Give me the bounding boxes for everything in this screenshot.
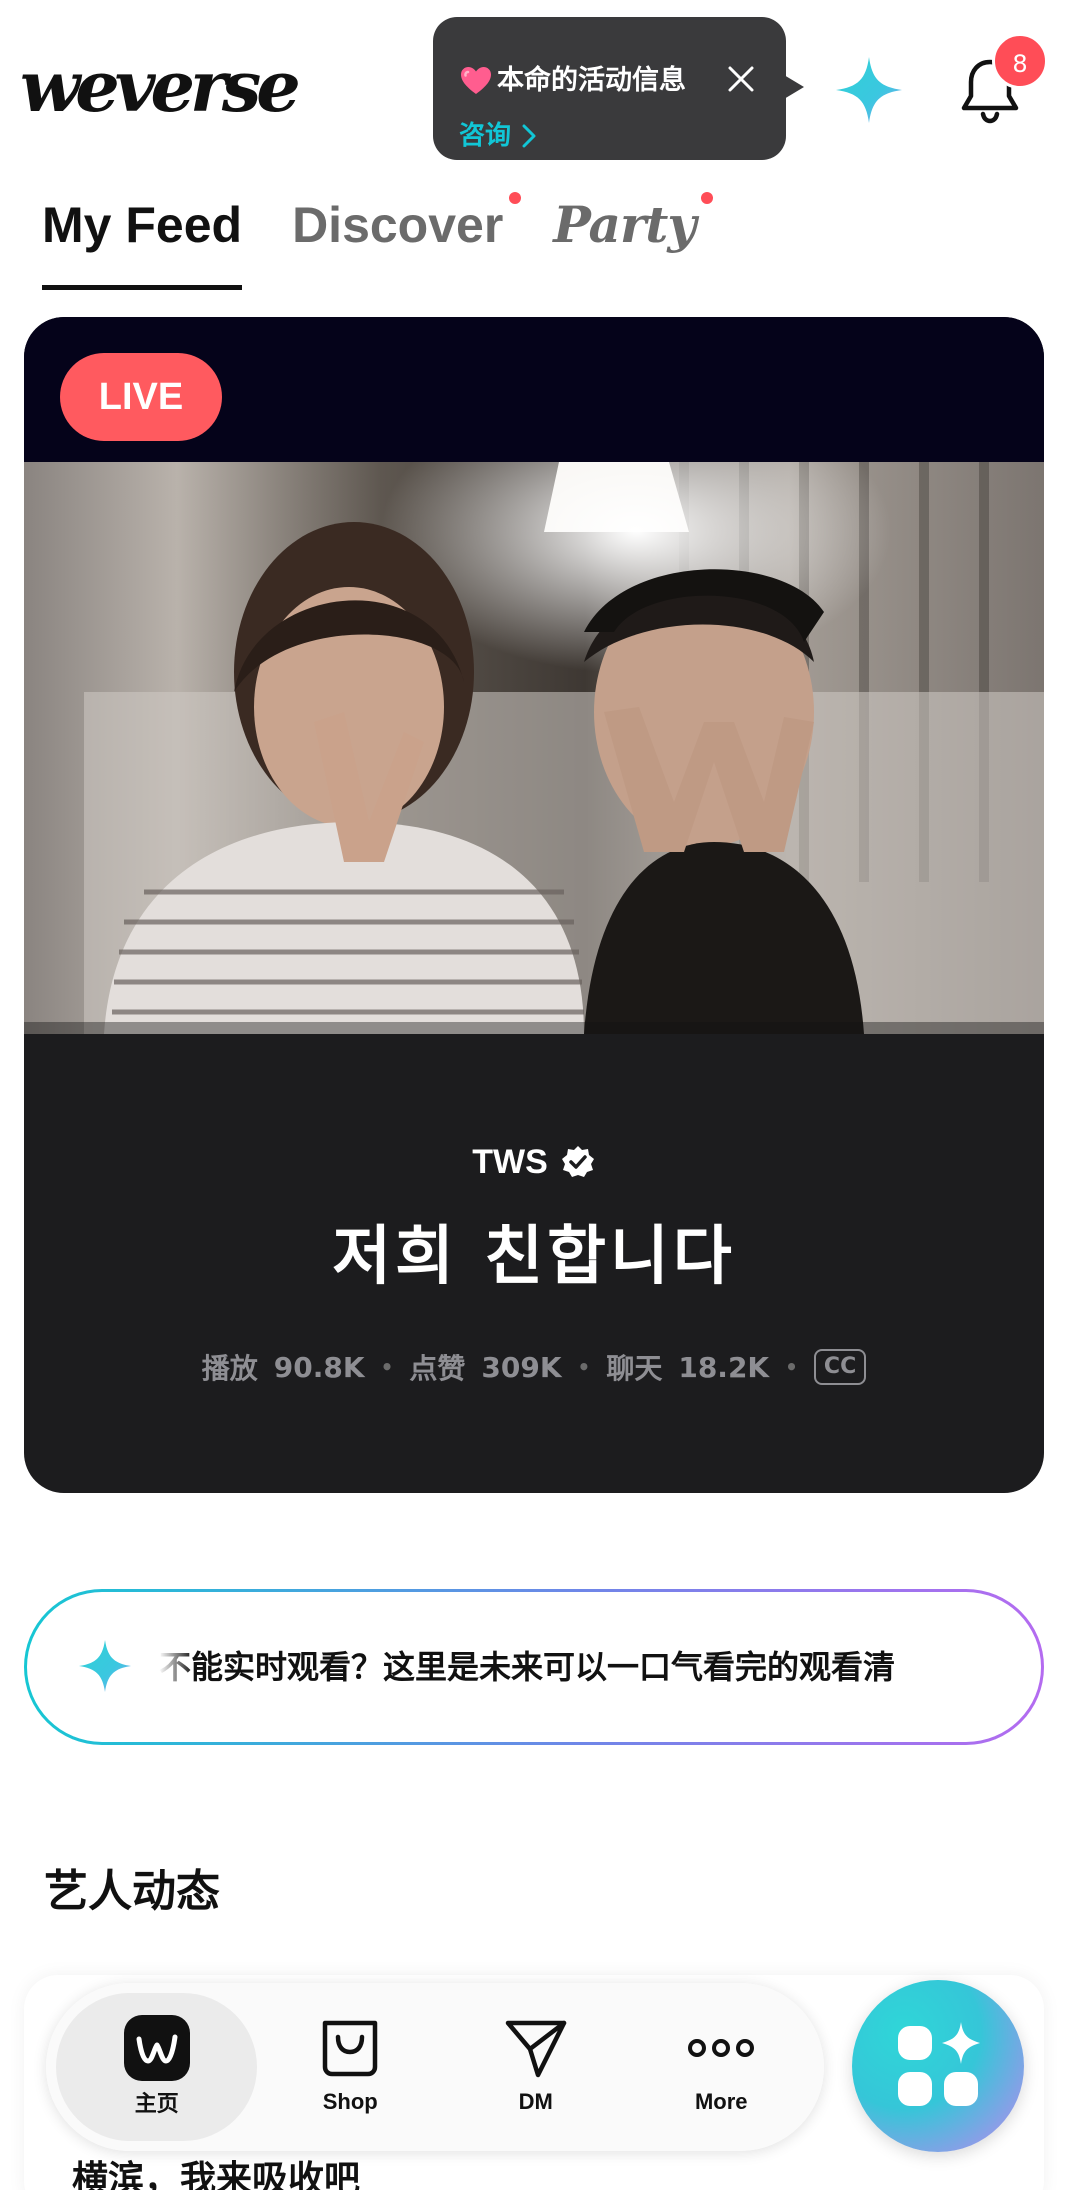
nav-more[interactable]: More <box>629 1993 815 2141</box>
live-badge: LIVE <box>60 353 222 441</box>
live-thumbnail <box>24 462 1044 1034</box>
tooltip-title: 本命的活动信息 <box>497 65 686 96</box>
tab-discover[interactable]: Discover <box>292 190 522 274</box>
post-text: 横滨，我来吸收吧 <box>72 2159 361 2190</box>
plays-label: 播放 <box>201 1352 258 1385</box>
catch-up-banner[interactable]: 不能实时观看？这里是未来可以一口气看完的观看清 <box>24 1589 1044 1745</box>
banner-body: 不能实时观看？这里是未来可以一口气看完的观看清 <box>27 1592 1041 1742</box>
weverse-logo[interactable]: weverse <box>20 52 340 122</box>
new-dot <box>509 192 522 204</box>
nav-label: DM <box>518 2089 553 2114</box>
separator-dot: • <box>785 1355 798 1379</box>
shopping-bag-icon <box>322 2020 378 2077</box>
more-dots-icon <box>688 2039 755 2057</box>
live-stats: 播放 90.8K • 点赞 309K • 聊天 18.2K • CC <box>24 1347 1044 1387</box>
sparkle-icon[interactable] <box>834 55 904 125</box>
bottom-navigation: 主页 Shop DM More <box>46 1983 824 2151</box>
artist-name: TWS <box>472 1142 548 1181</box>
nav-label: 主页 <box>134 2091 179 2116</box>
live-card[interactable]: LIVE TWS 저희 친합니다 播放 90.8K • 点赞 309K • 聊天… <box>24 317 1044 1493</box>
likes-label: 点赞 <box>409 1352 466 1385</box>
likes-value: 309K <box>481 1350 562 1384</box>
live-artist[interactable]: TWS <box>24 1137 1044 1187</box>
banner-text: 不能实时观看？这里是未来可以一口气看完的观看清 <box>159 1648 896 1686</box>
tab-label: Party <box>553 195 696 254</box>
apps-grid-icon <box>898 2022 980 2106</box>
nav-label: More <box>694 2089 748 2114</box>
nav-shop[interactable]: Shop <box>257 1993 443 2141</box>
weverse-home-icon <box>123 2015 190 2081</box>
nav-label: Shop <box>322 2089 378 2114</box>
chevron-right-icon <box>522 124 536 148</box>
tab-party[interactable]: Party <box>553 190 714 274</box>
verified-badge-icon <box>561 1146 594 1177</box>
chat-value: 18.2K <box>678 1350 770 1384</box>
section-title-artist-updates: 艺人动态 <box>44 1866 220 1917</box>
close-icon[interactable] <box>719 57 763 101</box>
notification-badge: 8 <box>992 33 1048 89</box>
tab-label: My Feed <box>42 197 243 253</box>
tab-label: Discover <box>292 197 504 253</box>
live-title: 저희 친합니다 <box>332 1220 736 1294</box>
heart-icon <box>461 67 491 94</box>
bias-activity-tooltip[interactable]: 本命的活动信息 咨询 <box>433 17 804 160</box>
nav-home[interactable]: 主页 <box>56 1993 258 2141</box>
logo-text: weverse <box>20 45 301 128</box>
separator-dot: • <box>577 1355 591 1379</box>
sparkle-icon <box>79 1640 131 1692</box>
plays-value: 90.8K <box>273 1350 365 1384</box>
tab-my-feed[interactable]: My Feed <box>42 190 243 290</box>
cc-badge: CC <box>813 1349 867 1385</box>
chat-label: 聊天 <box>606 1352 663 1385</box>
feed-tabs: My Feed Discover Party <box>42 190 714 290</box>
tooltip-link-label: 咨询 <box>459 121 512 151</box>
nav-dm[interactable]: DM <box>443 1993 629 2141</box>
new-dot <box>701 192 714 204</box>
paper-plane-icon <box>505 2020 566 2078</box>
apps-fab[interactable] <box>852 1980 1024 2152</box>
tooltip-inquiry-link[interactable]: 咨询 <box>459 118 537 154</box>
separator-dot: • <box>380 1355 394 1379</box>
